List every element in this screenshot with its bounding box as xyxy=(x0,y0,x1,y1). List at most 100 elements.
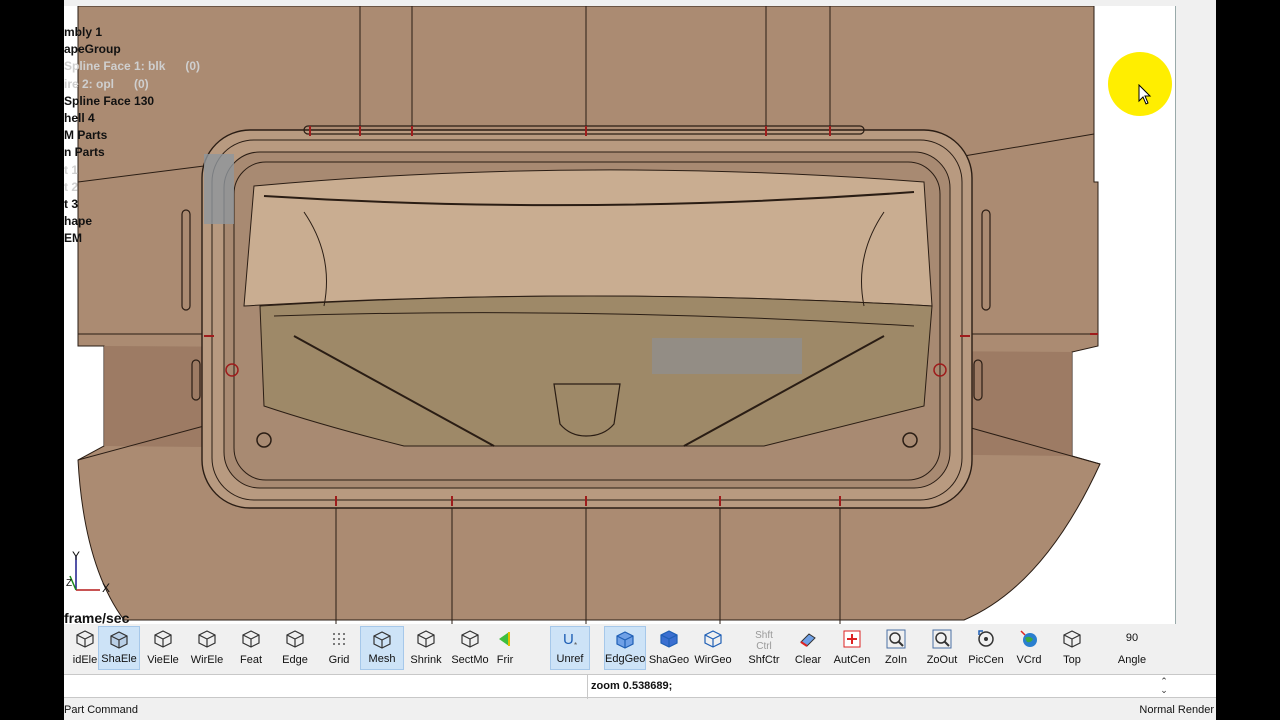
command-spinner[interactable]: ⌃ ⌄ xyxy=(1156,677,1172,697)
tree-item[interactable]: t 3 xyxy=(64,196,200,213)
tree-item-label: apeGroup xyxy=(64,42,121,57)
tree-item-label: mbly 1 xyxy=(64,25,103,39)
globe-icon xyxy=(1012,629,1046,649)
ctrl-text: Ctrl xyxy=(756,641,772,652)
unref-label: Unref xyxy=(556,653,584,665)
tree-item-count: (0) xyxy=(134,76,149,91)
tree-item-label: ire 2: opl xyxy=(64,76,115,91)
tree-item[interactable]: apeGroup xyxy=(64,41,200,58)
blue-wire-cube-icon xyxy=(692,629,734,649)
command-output: zoom 0.538689; xyxy=(591,680,673,692)
command-divider xyxy=(587,675,588,699)
tree-item-label: Spline Face 130 xyxy=(64,93,155,108)
view-coord-button[interactable]: VCrd xyxy=(1012,626,1046,670)
auto-center-button[interactable]: AutCen xyxy=(830,626,874,670)
pick-center-label: PicCen xyxy=(968,654,1004,666)
graphics-viewport[interactable]: mbly 1 apeGroup Spline Face 1: blk (0) ire 2… xyxy=(64,6,1176,624)
svg-text:U: U xyxy=(563,631,574,648)
tree-item[interactable]: t 2 xyxy=(64,179,200,196)
zoom-out-label: ZoOut xyxy=(926,654,958,666)
cad-application: mbly 1 apeGroup Spline Face 1: blk (0) ire 2… xyxy=(64,0,1216,720)
shade-element-label: ShaEle xyxy=(101,653,137,665)
tree-item[interactable]: n Parts xyxy=(64,144,200,161)
wire-element-button[interactable]: WirEle xyxy=(186,626,228,670)
spin-down-icon[interactable]: ⌄ xyxy=(1156,686,1172,695)
clear-button[interactable]: Clear xyxy=(788,626,828,670)
tree-item-label: t 1 xyxy=(64,162,79,177)
tree-item-label: hell 4 xyxy=(64,111,95,126)
tree-item[interactable]: EM xyxy=(64,230,200,247)
shift-center-label: ShfCtr xyxy=(748,654,780,666)
tree-item-label: t 2 xyxy=(64,179,79,194)
shrink-button[interactable]: Shrink xyxy=(406,626,446,670)
view-toolbar: idEle ShaEle VieEle WirEle Feat Edge Grid Mesh S… xyxy=(64,624,1216,672)
feature-button[interactable]: Feat xyxy=(230,626,272,670)
zoom-out-button[interactable]: ZoOut xyxy=(920,626,964,670)
blue-edge-cube-icon xyxy=(605,630,645,650)
u-symbol-icon: U * xyxy=(551,630,589,650)
svg-text:*: * xyxy=(574,641,577,650)
tree-item[interactable]: ire 2: opl (0) xyxy=(64,76,200,93)
shift-center-button[interactable]: Shft Ctrl ShfCtr xyxy=(740,626,788,670)
edge-geometry-button[interactable]: EdgGeo xyxy=(604,626,646,670)
tree-item[interactable]: t 1 xyxy=(64,162,200,179)
tree-item-label: n Parts xyxy=(64,145,105,160)
shade-element-button[interactable]: ShaEle xyxy=(98,626,140,670)
pick-center-icon xyxy=(964,629,1008,649)
wire-element-label: WirEle xyxy=(190,654,224,666)
tree-item-label: Spline Face 1: blk xyxy=(64,59,166,74)
wire-geometry-label: WirGeo xyxy=(694,654,732,666)
zoom-in-button[interactable]: ZoIn xyxy=(876,626,916,670)
shade-geometry-label: ShaGeo xyxy=(648,654,690,666)
fringe-icon xyxy=(494,629,516,649)
shift-text: Shft xyxy=(755,630,773,641)
angle-label: Angle xyxy=(1117,654,1147,666)
edge-button[interactable]: Edge xyxy=(274,626,316,670)
tree-item-label: hape xyxy=(64,214,93,229)
edge-label: Edge xyxy=(282,654,308,666)
tree-item-count: (0) xyxy=(185,59,201,74)
status-render-mode: Normal Render xyxy=(1139,704,1214,716)
tree-item[interactable]: hell 4 xyxy=(64,110,200,127)
clear-label: Clear xyxy=(794,654,822,666)
auto-center-label: AutCen xyxy=(833,654,871,666)
command-line[interactable]: zoom 0.538689; ⌃ ⌄ xyxy=(64,674,1216,699)
shaded-cube-icon xyxy=(99,630,139,650)
mesh-button[interactable]: Mesh xyxy=(360,626,404,670)
tree-item[interactable]: hape xyxy=(64,213,200,230)
grid-label: Grid xyxy=(328,654,350,666)
axis-x-label: X xyxy=(102,581,110,595)
unref-button[interactable]: U * Unref xyxy=(550,626,590,670)
shrink-label: Shrink xyxy=(410,654,442,666)
zoom-in-label: ZoIn xyxy=(884,654,907,666)
edge-cube-icon xyxy=(274,629,316,649)
mesh-cube-icon xyxy=(361,630,403,650)
axis-y-label: Y xyxy=(72,549,80,563)
view-element-button[interactable]: VieEle xyxy=(142,626,184,670)
section-mode-label: SectMo xyxy=(451,654,489,666)
zoom-out-icon xyxy=(920,629,964,649)
tree-item[interactable]: Spline Face 1: blk (0) xyxy=(64,58,200,75)
zoom-in-icon xyxy=(876,629,916,649)
tree-item-label: M Parts xyxy=(64,128,108,143)
model-tree[interactable]: mbly 1 apeGroup Spline Face 1: blk (0) ire 2… xyxy=(64,24,200,248)
tree-item[interactable]: Spline Face 130 xyxy=(64,93,200,110)
pick-center-button[interactable]: PicCen xyxy=(964,626,1008,670)
blue-solid-cube-icon xyxy=(648,629,690,649)
grid-button[interactable]: Grid xyxy=(318,626,360,670)
shade-geometry-button[interactable]: ShaGeo xyxy=(648,626,690,670)
grid-dots-icon xyxy=(318,629,360,649)
tree-item[interactable]: M Parts xyxy=(64,127,200,144)
tree-item-label: t 3 xyxy=(64,197,79,212)
part-model[interactable] xyxy=(64,6,1176,624)
tree-item[interactable]: mbly 1 xyxy=(64,24,200,41)
top-view-label: Top xyxy=(1063,654,1081,666)
wire-geometry-button[interactable]: WirGeo xyxy=(692,626,734,670)
wire-cube-icon xyxy=(186,629,228,649)
angle-button[interactable]: 90 Angle xyxy=(1108,626,1156,670)
section-mode-button[interactable]: SectMo xyxy=(448,626,492,670)
axis-z-label: Z xyxy=(66,578,72,589)
top-view-button[interactable]: Top xyxy=(1052,626,1092,670)
fringe-button[interactable]: Frir xyxy=(494,626,516,670)
mouse-pointer-icon xyxy=(1138,84,1152,105)
